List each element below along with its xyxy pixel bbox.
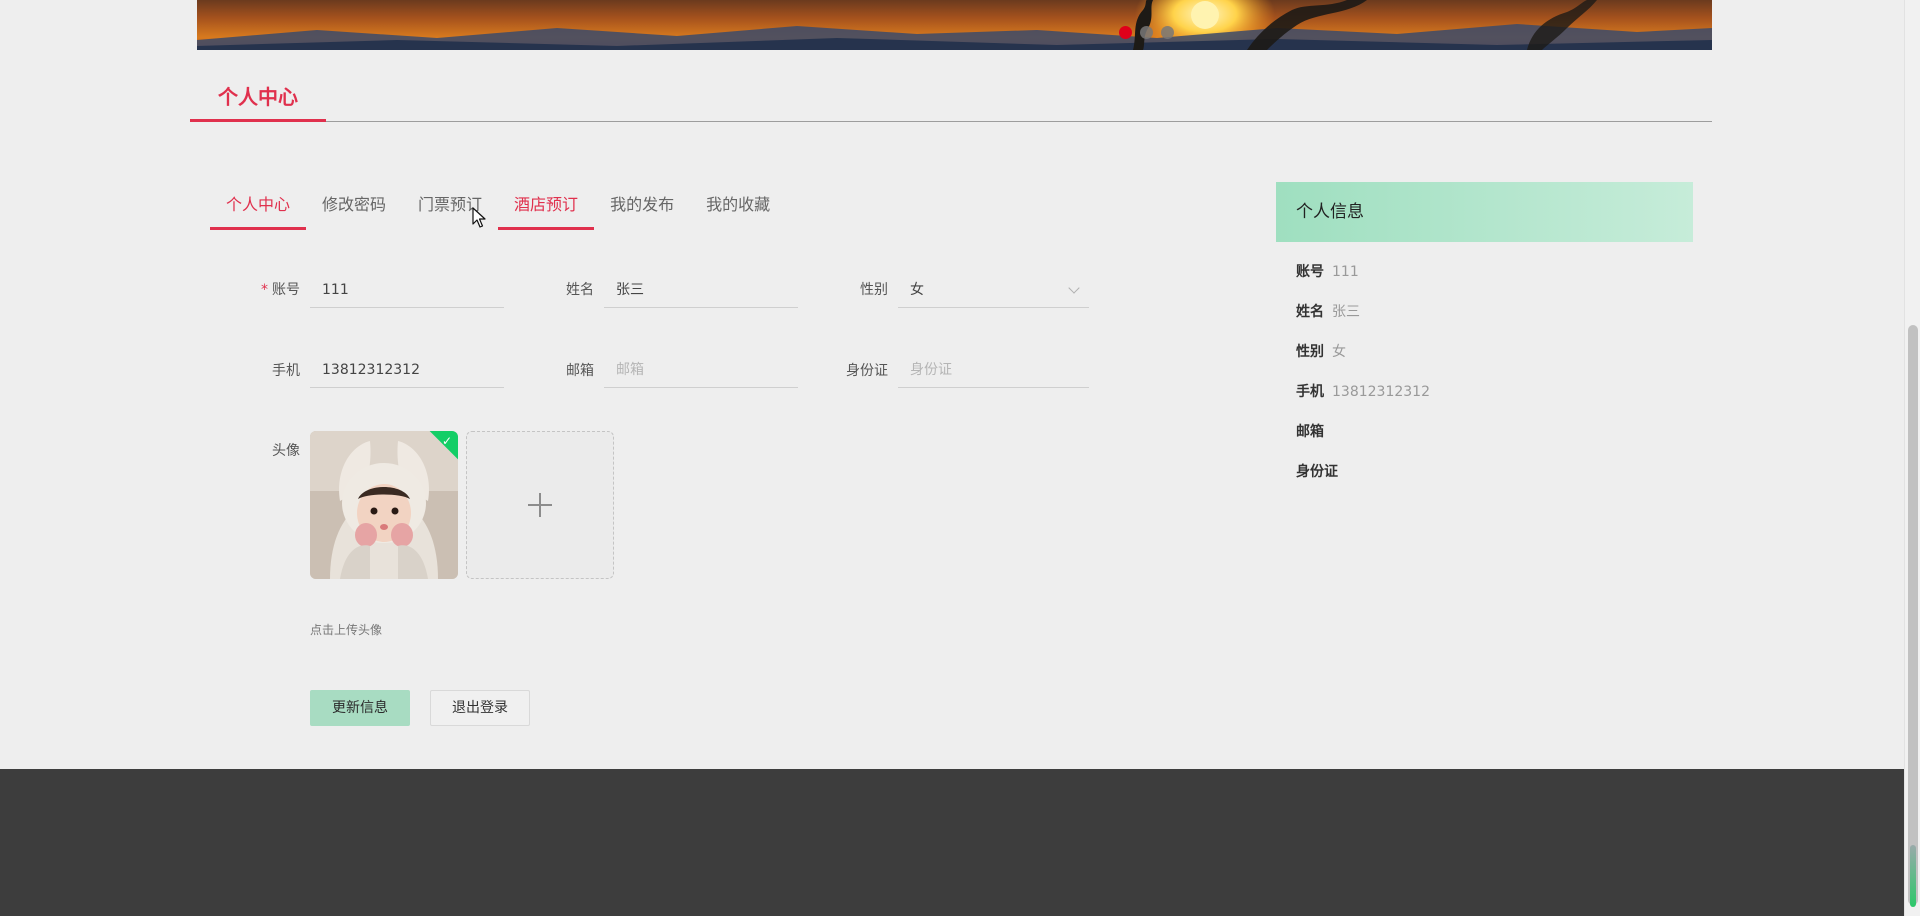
name-input[interactable]: 张三: [604, 272, 798, 308]
idcard-label: 身份证: [846, 363, 888, 379]
avatar-label: 头像: [272, 443, 300, 459]
tab-my-favorites[interactable]: 我的收藏: [690, 188, 786, 230]
section-title: 个人中心: [190, 80, 326, 122]
update-info-button[interactable]: 更新信息: [310, 690, 410, 726]
carousel-dots: [1119, 26, 1174, 39]
carousel-dot-1[interactable]: [1119, 26, 1132, 39]
mouse-cursor-icon: [472, 207, 486, 228]
name-label: 姓名: [566, 282, 594, 298]
page-footer: [0, 769, 1904, 916]
personal-info-title: 个人信息: [1296, 202, 1364, 222]
page-scrollbar[interactable]: [1904, 0, 1920, 916]
logout-button[interactable]: 退出登录: [430, 690, 530, 726]
plus-icon: [528, 493, 552, 517]
gender-select[interactable]: 女: [898, 272, 1089, 308]
tab-profile[interactable]: 个人中心: [210, 188, 307, 230]
check-icon: ✓: [441, 434, 452, 448]
avatar-upload-button[interactable]: [466, 431, 614, 579]
idcard-input[interactable]: 身份证: [898, 352, 1089, 388]
phone-label: 手机: [272, 363, 300, 379]
section-header: 个人中心: [190, 80, 1712, 122]
info-row-gender: 性别女: [1296, 344, 1346, 360]
tab-change-password[interactable]: 修改密码: [306, 188, 402, 230]
scrollbar-indicator: [1910, 845, 1916, 907]
info-row-account: 账号 111: [1296, 264, 1359, 280]
avatar-image[interactable]: ✓: [310, 431, 458, 579]
phone-input[interactable]: 13812312312: [310, 352, 504, 388]
banner-image: [197, 0, 1712, 50]
info-row-email: 邮箱: [1296, 424, 1324, 440]
personal-info-header: 个人信息: [1276, 182, 1693, 242]
carousel-dot-3[interactable]: [1161, 26, 1174, 39]
scrollbar-thumb[interactable]: [1908, 325, 1918, 905]
gender-label: 性别: [860, 282, 888, 298]
carousel-dot-2[interactable]: [1140, 26, 1153, 39]
account-label: * 账号: [261, 282, 300, 298]
avatar-photo: [310, 431, 458, 579]
avatar-upload-hint: 点击上传头像: [310, 623, 383, 637]
banner-carousel[interactable]: [197, 0, 1712, 50]
tab-hotel-booking[interactable]: 酒店预订: [498, 188, 595, 230]
tab-my-posts[interactable]: 我的发布: [594, 188, 690, 230]
info-row-name: 姓名 张三: [1296, 304, 1360, 320]
email-input[interactable]: 邮箱: [604, 352, 798, 388]
info-row-phone: 手机 13812312312: [1296, 384, 1430, 400]
account-input[interactable]: 111: [310, 272, 504, 308]
info-row-idcard: 身份证: [1296, 464, 1338, 480]
required-mark: *: [261, 282, 268, 298]
profile-tabs: 个人中心 修改密码 门票预订 酒店预订 我的发布 我的收藏: [210, 188, 786, 230]
email-label: 邮箱: [566, 363, 594, 379]
